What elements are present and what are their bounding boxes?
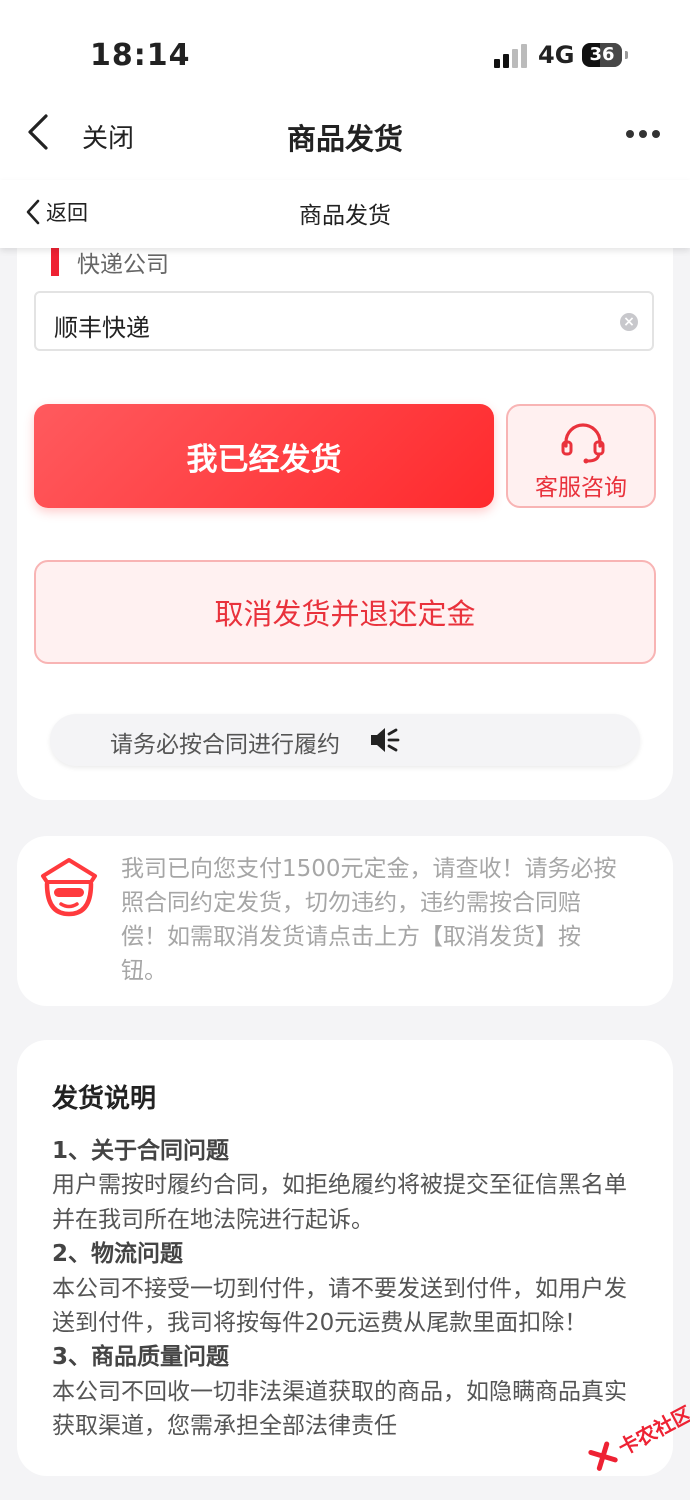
required-marker [51, 248, 59, 276]
page-title: 商品发货 [286, 122, 403, 156]
cellular-signal-icon [494, 44, 530, 68]
title-bar: 关闭 商品发货 [0, 100, 690, 180]
deposit-message-card: 我司已向您支付1500元定金，请查收！请务必按照合同约定发货，切勿违约，违约需按… [17, 836, 673, 1006]
speaker-icon [371, 728, 400, 752]
instructions-list: 1、关于合同问题 用户需按时履约合同，如拒绝履约将被提交至征信黑名单并在我司所在… [52, 1134, 642, 1444]
shipped-button[interactable]: 我已经发货 [34, 404, 494, 508]
courier-label-row: 快递公司 [51, 242, 169, 282]
notice-text: 请务必按合同进行履约 [110, 732, 340, 758]
cancel-shipment-button[interactable]: 取消发货并退还定金 [34, 560, 656, 664]
staff-avatar-icon [41, 858, 97, 917]
courier-label: 快递公司 [77, 252, 169, 278]
instruction-body: 本公司不接受一切到付件，请不要发送到付件，如用户发送到付件，我司将按每件20元运… [52, 1275, 627, 1337]
status-time: 18:14 [90, 38, 191, 73]
customer-service-label: 客服咨询 [535, 475, 627, 501]
shipping-form-card: 快递公司 顺丰快递 × 我已经发货 客服咨询 取消发货并退还定金 请务必按合同进… [17, 236, 673, 800]
deposit-message-text: 我司已向您支付1500元定金，请查收！请务必按照合同约定发货，切勿违约，违约需按… [121, 856, 617, 984]
courier-input-value: 顺丰快递 [54, 314, 150, 342]
instructions-title: 发货说明 [52, 1084, 157, 1114]
courier-input[interactable]: 顺丰快递 × [34, 291, 654, 351]
clear-icon[interactable]: × [620, 313, 638, 331]
instruction-heading: 2、物流问题 [52, 1241, 184, 1268]
status-bar: 18:14 4G 36 [0, 0, 690, 100]
instruction-body: 用户需按时履约合同，如拒绝履约将被提交至征信黑名单并在我司所在地法院进行起诉。 [52, 1172, 627, 1233]
instruction-heading: 3、商品质量问题 [52, 1344, 230, 1371]
sub-navigation: 返回 商品发货 [0, 180, 690, 248]
shipping-instructions-card: 发货说明 1、关于合同问题 用户需按时履约合同，如拒绝履约将被提交至征信黑名单并… [17, 1040, 673, 1476]
more-options-icon[interactable] [626, 130, 662, 140]
instruction-body: 本公司不回收一切非法渠道获取的商品，如隐瞒商品真实获取渠道，您需承担全部法律责任 [52, 1378, 627, 1440]
battery-level: 36 [589, 44, 615, 65]
instruction-heading: 1、关于合同问题 [52, 1138, 230, 1164]
network-type: 4G [538, 41, 575, 69]
notice-banner: 请务必按合同进行履约 [50, 714, 640, 766]
battery-icon: 36 [582, 43, 628, 67]
headset-icon [561, 423, 605, 464]
customer-service-button[interactable]: 客服咨询 [506, 404, 656, 508]
sub-title: 商品发货 [299, 203, 391, 229]
